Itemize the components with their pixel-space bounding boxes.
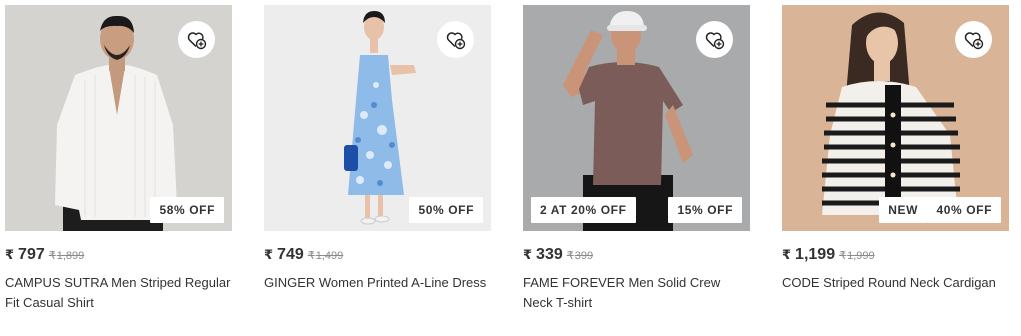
product-image[interactable]: 50% OFF (264, 5, 491, 231)
discount-badge: 40% OFF (927, 197, 1001, 223)
currency-symbol: ₹ (839, 250, 847, 262)
wishlist-button[interactable] (955, 21, 992, 58)
discount-badge: 50% OFF (409, 197, 483, 223)
sale-price: 339 (536, 246, 563, 263)
discount-badge: 58% OFF (150, 197, 224, 223)
product-image[interactable]: 58% OFF (5, 5, 232, 231)
price-row: ₹ 1,199 ₹1,999 (782, 246, 875, 266)
currency-symbol: ₹ (307, 250, 315, 262)
sale-price: 797 (18, 246, 45, 263)
heart-plus-icon (705, 31, 724, 49)
currency-symbol: ₹ (5, 247, 15, 262)
currency-symbol: ₹ (782, 247, 792, 262)
wishlist-button[interactable] (437, 21, 474, 58)
currency-symbol: ₹ (48, 250, 56, 262)
product-card[interactable]: 2 AT 20% OFF 15% OFF ₹ 339 ₹399 FAME FOR… (523, 5, 750, 331)
product-image[interactable]: 2 AT 20% OFF 15% OFF (523, 5, 750, 231)
product-card[interactable]: NEW 40% OFF ₹ 1,199 ₹1,999 CODE Striped … (782, 5, 1009, 331)
product-image[interactable]: NEW 40% OFF (782, 5, 1009, 231)
wishlist-button[interactable] (696, 21, 733, 58)
mrp-value: 1,999 (847, 250, 875, 262)
mrp-value: 1,499 (315, 250, 344, 262)
sale-price: 749 (277, 246, 304, 263)
mrp-value: 399 (574, 250, 594, 262)
product-card[interactable]: 50% OFF ₹ 749 ₹1,499 GINGER Women Printe… (264, 5, 491, 331)
mrp-value: 1,899 (56, 250, 85, 262)
heart-plus-icon (187, 31, 206, 49)
mrp-price: ₹399 (567, 249, 593, 262)
product-name[interactable]: CAMPUS SUTRA Men Striped Regular Fit Cas… (5, 273, 232, 313)
mrp-price: ₹1,499 (308, 249, 344, 262)
heart-plus-icon (446, 31, 465, 49)
currency-symbol: ₹ (264, 247, 274, 262)
mrp-price: ₹1,899 (49, 249, 85, 262)
mrp-price: ₹1,999 (839, 249, 875, 262)
offer-badge: 2 AT 20% OFF (531, 197, 636, 223)
product-name[interactable]: CODE Striped Round Neck Cardigan (782, 273, 1009, 293)
currency-symbol: ₹ (523, 247, 533, 262)
sale-price: 1,199 (795, 246, 836, 263)
heart-plus-icon (964, 31, 983, 49)
price-row: ₹ 797 ₹1,899 (5, 246, 84, 266)
product-name[interactable]: FAME FOREVER Men Solid Crew Neck T-shirt (523, 273, 750, 313)
product-name[interactable]: GINGER Women Printed A-Line Dress (264, 273, 491, 293)
product-card[interactable]: 58% OFF ₹ 797 ₹1,899 CAMPUS SUTRA Men St… (5, 5, 232, 331)
price-row: ₹ 749 ₹1,499 (264, 246, 343, 266)
currency-symbol: ₹ (566, 250, 574, 262)
new-badge: NEW (879, 197, 927, 223)
discount-badge: 15% OFF (668, 197, 742, 223)
wishlist-button[interactable] (178, 21, 215, 58)
product-grid: 58% OFF ₹ 797 ₹1,899 CAMPUS SUTRA Men St… (5, 5, 1016, 331)
price-row: ₹ 339 ₹399 (523, 246, 593, 266)
